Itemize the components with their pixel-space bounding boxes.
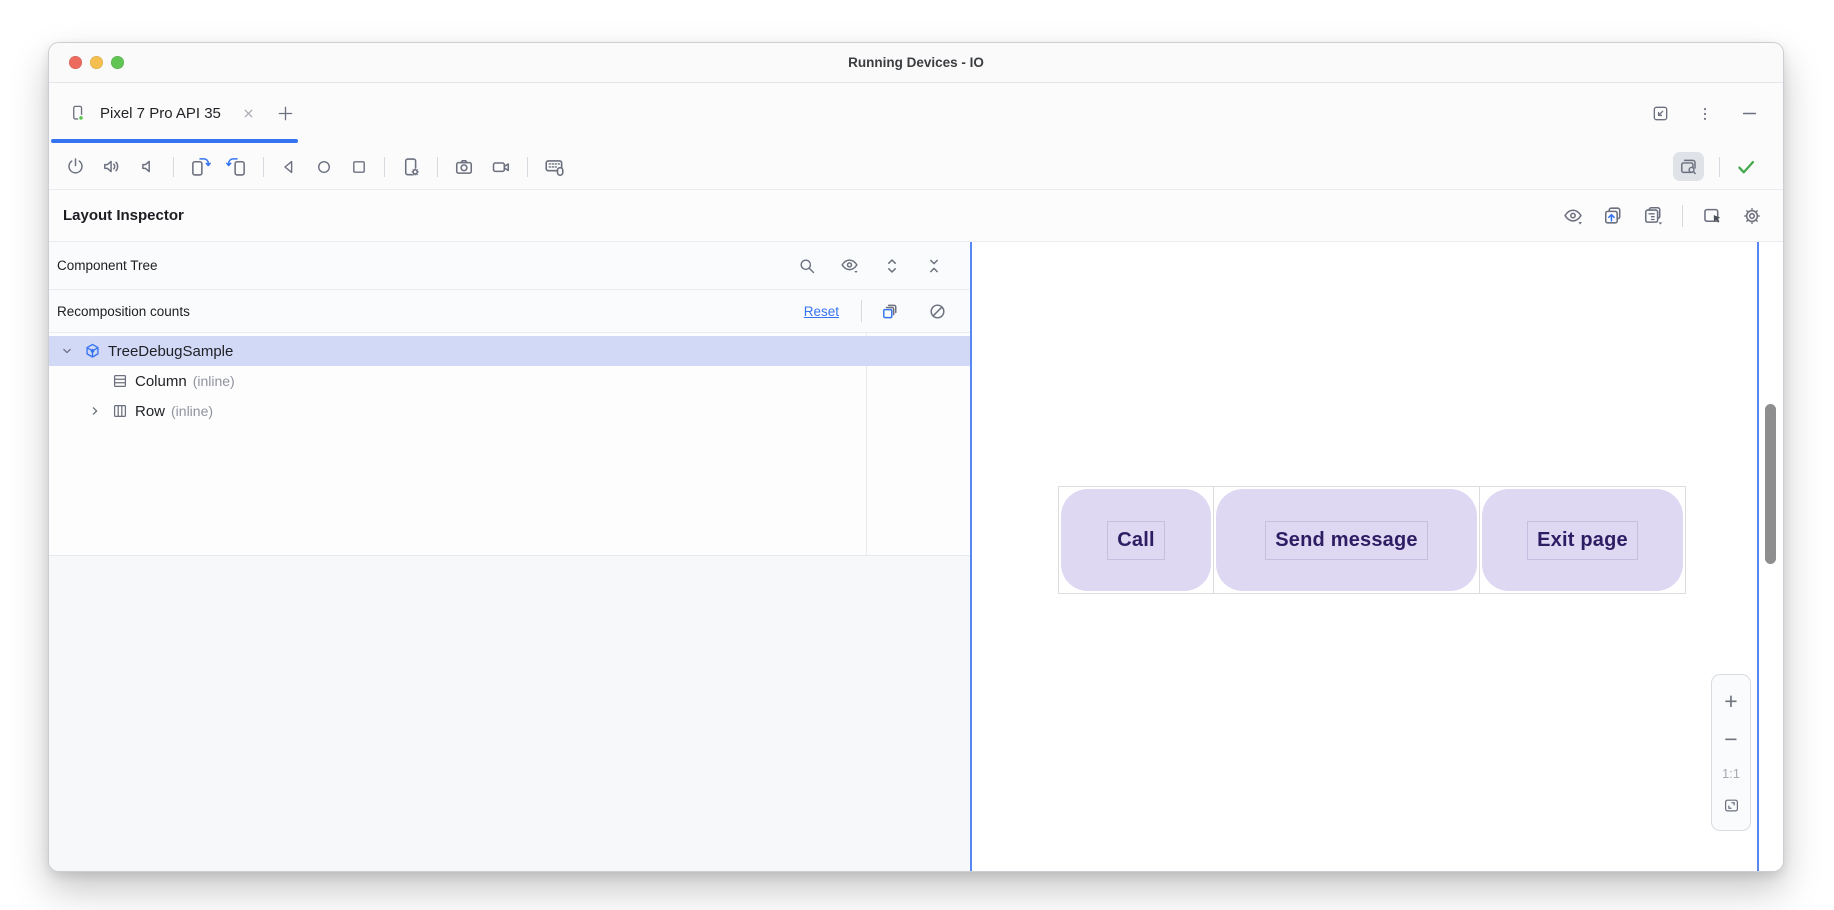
- minimize-window-button[interactable]: [90, 56, 103, 69]
- phone-device-icon: [69, 104, 88, 123]
- layout-inspector-toggle-button[interactable]: [1673, 152, 1704, 181]
- active-tab-indicator: [51, 139, 298, 143]
- recomposition-highlight-icon[interactable]: [880, 301, 901, 322]
- snapshot-export-icon[interactable]: [1642, 205, 1664, 227]
- tree-node-row[interactable]: Row (inline): [49, 396, 970, 426]
- layout-inspector-header: Layout Inspector: [49, 190, 1783, 242]
- zoom-out-button[interactable]: −: [1724, 728, 1737, 751]
- search-icon[interactable]: [797, 256, 817, 276]
- tab-pixel-7-pro[interactable]: Pixel 7 Pro API 35: [69, 83, 256, 144]
- volume-down-icon[interactable]: [137, 156, 158, 177]
- hide-toolwindow-icon[interactable]: [1740, 104, 1759, 123]
- tree-node-treedebugsample[interactable]: TreeDebugSample: [49, 336, 970, 366]
- component-tree: TreeDebugSample Column (inline): [49, 333, 970, 556]
- recomposition-counts-label: Recomposition counts: [57, 304, 190, 319]
- screenshot-camera-icon[interactable]: [453, 156, 475, 178]
- tab-bar: Pixel 7 Pro API 35: [49, 83, 1783, 144]
- new-tab-icon[interactable]: [276, 104, 295, 123]
- visibility-filter-eye-icon[interactable]: [839, 255, 860, 276]
- send-message-button[interactable]: Send message: [1216, 489, 1477, 591]
- send-message-button-label: Send message: [1265, 521, 1427, 560]
- component-bounds: Exit page: [1479, 486, 1686, 594]
- tree-node-label: Row: [135, 403, 165, 420]
- compose-node-icon: [83, 342, 102, 361]
- overview-icon[interactable]: [349, 157, 369, 177]
- vertical-scrollbar[interactable]: [1759, 242, 1783, 871]
- close-window-button[interactable]: [69, 56, 82, 69]
- view-options-eye-icon[interactable]: [1562, 205, 1584, 227]
- fit-to-window-icon[interactable]: [1722, 796, 1741, 815]
- call-button-label: Call: [1107, 521, 1164, 560]
- zoom-window-button[interactable]: [111, 56, 124, 69]
- reset-counts-link[interactable]: Reset: [804, 304, 839, 319]
- tree-node-column[interactable]: Column (inline): [49, 366, 970, 396]
- component-tree-pane: Component Tree: [49, 242, 972, 871]
- toolbar-separator: [384, 157, 385, 177]
- tree-node-suffix: (inline): [193, 373, 235, 389]
- screen-record-video-icon[interactable]: [490, 156, 512, 178]
- zoom-in-button[interactable]: +: [1724, 690, 1737, 713]
- component-bounds: Call: [1058, 486, 1214, 594]
- live-updates-icon[interactable]: [1602, 205, 1624, 227]
- home-icon[interactable]: [314, 157, 334, 177]
- main-content: Component Tree: [49, 242, 1783, 871]
- collapse-all-icon[interactable]: [924, 256, 944, 276]
- expand-all-icon[interactable]: [882, 256, 902, 276]
- device-toolbar: [49, 144, 1783, 190]
- chevron-down-icon[interactable]: [57, 343, 77, 359]
- toolbar-separator: [173, 157, 174, 177]
- layout-inspector-title: Layout Inspector: [63, 207, 184, 224]
- confirm-check-icon[interactable]: [1735, 156, 1757, 178]
- dock-window-icon[interactable]: [1651, 104, 1670, 123]
- tab-bar-actions: [1651, 104, 1759, 123]
- power-icon[interactable]: [65, 156, 86, 177]
- tree-node-label: TreeDebugSample: [108, 343, 233, 360]
- chevron-right-icon[interactable]: [85, 403, 105, 419]
- more-options-icon[interactable]: [1696, 105, 1714, 123]
- traffic-lights: [49, 56, 124, 69]
- component-tree-title: Component Tree: [57, 258, 158, 273]
- component-bounds: Send message: [1213, 486, 1480, 594]
- header-separator: [1682, 205, 1683, 227]
- component-tree-header: Component Tree: [49, 242, 970, 290]
- row-layout-icon: [111, 402, 129, 420]
- rotate-right-icon[interactable]: [226, 156, 248, 178]
- tab-label: Pixel 7 Pro API 35: [100, 105, 221, 122]
- toolbar-separator: [437, 157, 438, 177]
- toolbar-separator: [527, 157, 528, 177]
- title-bar: Running Devices - IO: [49, 43, 1783, 83]
- row-separator: [861, 300, 862, 322]
- actual-size-button[interactable]: 1:1: [1722, 766, 1740, 781]
- select-component-icon[interactable]: [1701, 205, 1723, 227]
- running-devices-window: Running Devices - IO Pixel 7 Pro API 35: [48, 42, 1784, 872]
- toolbar-separator: [1719, 157, 1720, 177]
- device-settings-icon[interactable]: [400, 156, 422, 178]
- window-title: Running Devices - IO: [49, 55, 1783, 70]
- exit-page-button-label: Exit page: [1527, 521, 1638, 560]
- tree-node-suffix: (inline): [171, 403, 213, 419]
- tree-pane-filler: [49, 556, 970, 871]
- call-button[interactable]: Call: [1061, 489, 1211, 591]
- recomposition-actions: Reset: [804, 300, 948, 322]
- scrollbar-thumb[interactable]: [1765, 404, 1776, 564]
- rotate-left-icon[interactable]: [189, 156, 211, 178]
- volume-up-icon[interactable]: [101, 156, 122, 177]
- column-layout-icon: [111, 372, 129, 390]
- exit-page-button[interactable]: Exit page: [1482, 489, 1683, 591]
- back-icon[interactable]: [279, 157, 299, 177]
- settings-gear-icon[interactable]: [1741, 205, 1763, 227]
- hardware-input-icon[interactable]: [543, 155, 566, 178]
- close-tab-icon[interactable]: [241, 106, 256, 121]
- tree-node-label: Column: [135, 373, 187, 390]
- clear-counts-icon[interactable]: [927, 301, 948, 322]
- toolbar-separator: [263, 157, 264, 177]
- recomposition-counts-row: Recomposition counts Reset: [49, 290, 970, 333]
- device-screen-button-row: Call Send message Exit page: [1058, 486, 1686, 594]
- device-render-pane: Call Send message Exit page + − 1:1: [972, 242, 1759, 871]
- zoom-controls: + − 1:1: [1711, 674, 1751, 831]
